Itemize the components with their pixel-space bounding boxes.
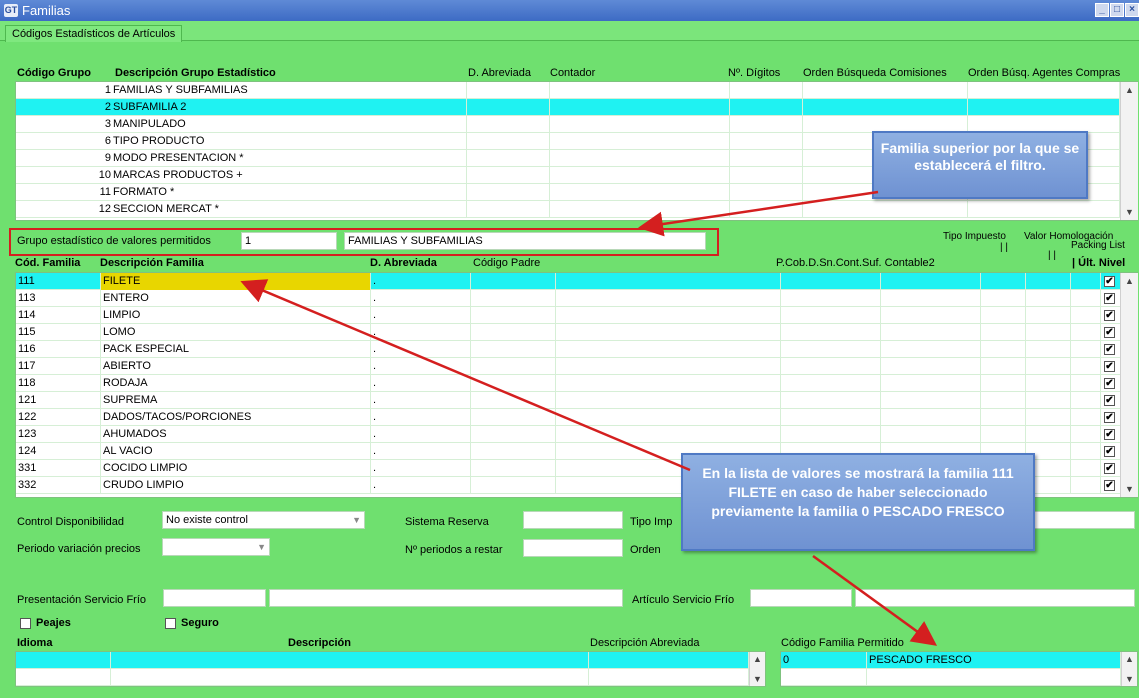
arrow-to-filete <box>240 279 691 472</box>
arrow-to-filter <box>638 190 879 237</box>
annotation-arrows <box>240 190 938 646</box>
arrow-to-permitido <box>812 554 938 646</box>
